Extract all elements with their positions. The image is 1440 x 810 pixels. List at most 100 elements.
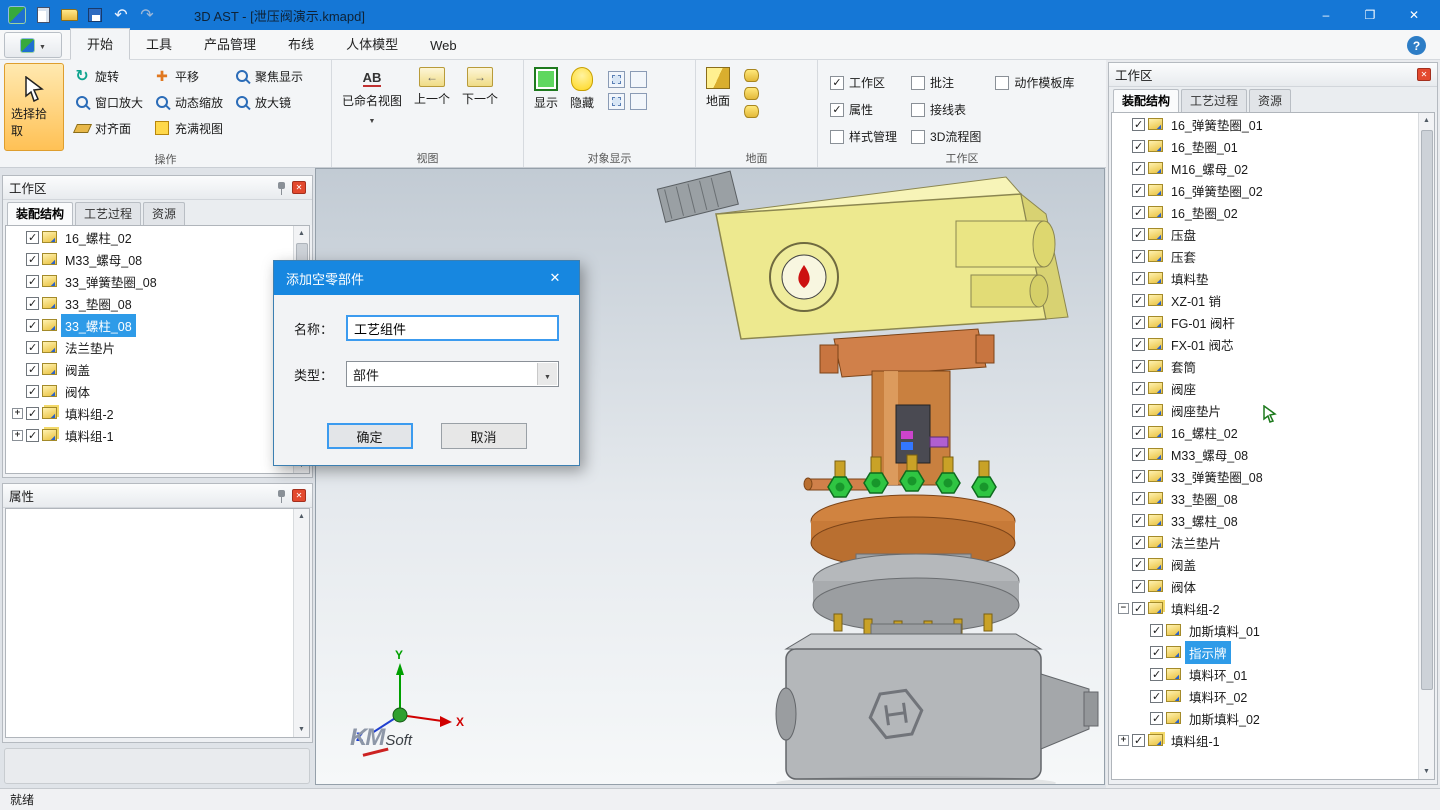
tree-checkbox[interactable] (26, 319, 39, 332)
tree-item-label[interactable]: 阀体 (1167, 575, 1200, 598)
tree-item-label[interactable]: 加斯填料_01 (1185, 619, 1264, 642)
tree-checkbox[interactable] (1132, 448, 1145, 461)
tree-item-label[interactable]: 16_垫圈_01 (1167, 135, 1242, 158)
tree-item-label[interactable]: 33_垫圈_08 (61, 292, 136, 315)
tree-item-label[interactable]: 33_螺柱_08 (61, 314, 136, 337)
tree-item-label[interactable]: FX-01 阀芯 (1167, 333, 1238, 356)
ground-option-icon[interactable] (744, 105, 759, 118)
save-button[interactable] (82, 3, 108, 27)
pin-icon[interactable] (277, 489, 286, 503)
show-button[interactable]: 显示 (528, 63, 564, 115)
tree-item-label[interactable]: 填料组-1 (61, 424, 118, 447)
tree-checkbox[interactable] (1132, 316, 1145, 329)
tree-item-label[interactable]: XZ-01 销 (1167, 289, 1225, 312)
tree-checkbox[interactable] (1132, 602, 1145, 615)
display-option-icon[interactable] (608, 71, 625, 88)
tree-checkbox[interactable] (1132, 382, 1145, 395)
tree-item[interactable]: 33_弹簧垫圈_08 (6, 270, 309, 292)
tree-checkbox[interactable] (26, 363, 39, 376)
tree-item-label[interactable]: 填料组-2 (61, 402, 118, 425)
scroll-down-arrow[interactable] (1420, 764, 1434, 779)
panel-close-button[interactable] (292, 489, 306, 502)
tree-checkbox[interactable] (1132, 426, 1145, 439)
tree-item-label[interactable]: 压盘 (1167, 223, 1200, 246)
tree-checkbox[interactable] (1132, 228, 1145, 241)
tree-item[interactable]: M16_螺母_02 (1112, 157, 1434, 179)
tree-checkbox[interactable] (26, 429, 39, 442)
tree-checkbox[interactable] (1132, 580, 1145, 593)
dynamic-zoom-button[interactable]: 动态缩放 (148, 89, 228, 115)
rotate-button[interactable]: 旋转 (68, 63, 148, 89)
tree-checkbox[interactable] (1132, 404, 1145, 417)
tree-checkbox[interactable] (1132, 514, 1145, 527)
tree-checkbox[interactable] (1150, 668, 1163, 681)
tree-item-label[interactable]: 加斯填料_02 (1185, 707, 1264, 730)
tree-item[interactable]: 33_螺柱_08 (6, 314, 309, 336)
align-face-button[interactable]: 对齐面 (68, 115, 148, 141)
tree-expander[interactable]: + (12, 408, 23, 419)
tree-item[interactable]: 填料垫 (1112, 267, 1434, 289)
tree-item[interactable]: 法兰垫片 (1112, 531, 1434, 553)
tree-item-label[interactable]: 套筒 (1167, 355, 1200, 378)
fit-view-button[interactable]: 充满视图 (148, 115, 228, 141)
panel-tab[interactable]: 资源 (1249, 89, 1291, 112)
tree-item-label[interactable]: 16_垫圈_02 (1167, 201, 1242, 224)
tree-item[interactable]: 法兰垫片 (6, 336, 309, 358)
dialog-title-bar[interactable]: 添加空零部件 ✕ (274, 261, 579, 295)
ribbon-tab[interactable]: Web (414, 33, 473, 59)
open-file-button[interactable] (56, 3, 82, 27)
scroll-down-arrow[interactable] (295, 722, 309, 737)
tree-item[interactable]: M33_螺母_08 (1112, 443, 1434, 465)
flowchart-3d-checkbox[interactable]: 3D流程图 (911, 123, 981, 150)
focus-display-button[interactable]: 聚焦显示 (228, 63, 308, 89)
tree-checkbox[interactable] (26, 341, 39, 354)
display-option-icon[interactable] (608, 93, 625, 110)
help-button[interactable]: ? (1407, 36, 1426, 55)
tree-item[interactable]: 阀体 (1112, 575, 1434, 597)
tree-checkbox[interactable] (1150, 690, 1163, 703)
tree-item[interactable]: 填料环_01 (1112, 663, 1434, 685)
new-document-button[interactable] (30, 3, 56, 27)
tree-item-label[interactable]: 33_弹簧垫圈_08 (1167, 465, 1267, 488)
tree-expander[interactable]: + (12, 430, 23, 441)
workspace-checkbox[interactable]: 工作区 (830, 69, 897, 96)
tree-item-label[interactable]: M33_螺母_08 (61, 248, 146, 271)
tree-item[interactable]: + 填料组-2 (6, 402, 309, 424)
app-menu-button[interactable] (4, 32, 62, 58)
tree-checkbox[interactable] (1132, 250, 1145, 263)
tree-item-label[interactable]: FG-01 阀杆 (1167, 311, 1239, 334)
scroll-up-arrow[interactable] (295, 226, 309, 241)
tree-checkbox[interactable] (1150, 712, 1163, 725)
tree-item[interactable]: 16_垫圈_02 (1112, 201, 1434, 223)
tree-item[interactable]: + 填料组-1 (1112, 729, 1434, 751)
tree-item[interactable]: 33_弹簧垫圈_08 (1112, 465, 1434, 487)
tree-item[interactable]: 阀盖 (6, 358, 309, 380)
tree-checkbox[interactable] (26, 407, 39, 420)
tree-item-label[interactable]: 33_弹簧垫圈_08 (61, 270, 161, 293)
tree-checkbox[interactable] (26, 253, 39, 266)
tree-item-label[interactable]: 16_螺柱_02 (61, 226, 136, 249)
tree-item[interactable]: 阀盖 (1112, 553, 1434, 575)
tree-checkbox[interactable] (1132, 206, 1145, 219)
close-button[interactable]: ✕ (1392, 1, 1436, 29)
ground-button[interactable]: 地面 (700, 63, 736, 113)
tree-checkbox[interactable] (1132, 558, 1145, 571)
tree-item-label[interactable]: 法兰垫片 (61, 336, 119, 359)
tree-checkbox[interactable] (1132, 272, 1145, 285)
tree-checkbox[interactable] (1132, 294, 1145, 307)
scrollbar[interactable] (293, 509, 309, 737)
tree-item[interactable]: 加斯填料_02 (1112, 707, 1434, 729)
tree-expander[interactable]: + (1118, 735, 1129, 746)
panel-tab[interactable]: 工艺过程 (1181, 89, 1247, 112)
next-view-button[interactable]: 下一个 (456, 63, 504, 111)
panel-tab[interactable]: 装配结构 (1113, 89, 1179, 112)
annotation-checkbox[interactable]: 批注 (911, 69, 981, 96)
tree-item[interactable]: 33_垫圈_08 (1112, 487, 1434, 509)
scroll-up-arrow[interactable] (1420, 113, 1434, 128)
tree-item-label[interactable]: 16_弹簧垫圈_02 (1167, 179, 1267, 202)
select-dropdown-button[interactable] (537, 363, 557, 385)
hide-button[interactable]: 隐藏 (564, 63, 600, 115)
panel-tab[interactable]: 资源 (143, 202, 185, 225)
tree-item-label[interactable]: 阀座 (1167, 377, 1200, 400)
tree-item[interactable]: M33_螺母_08 (6, 248, 309, 270)
